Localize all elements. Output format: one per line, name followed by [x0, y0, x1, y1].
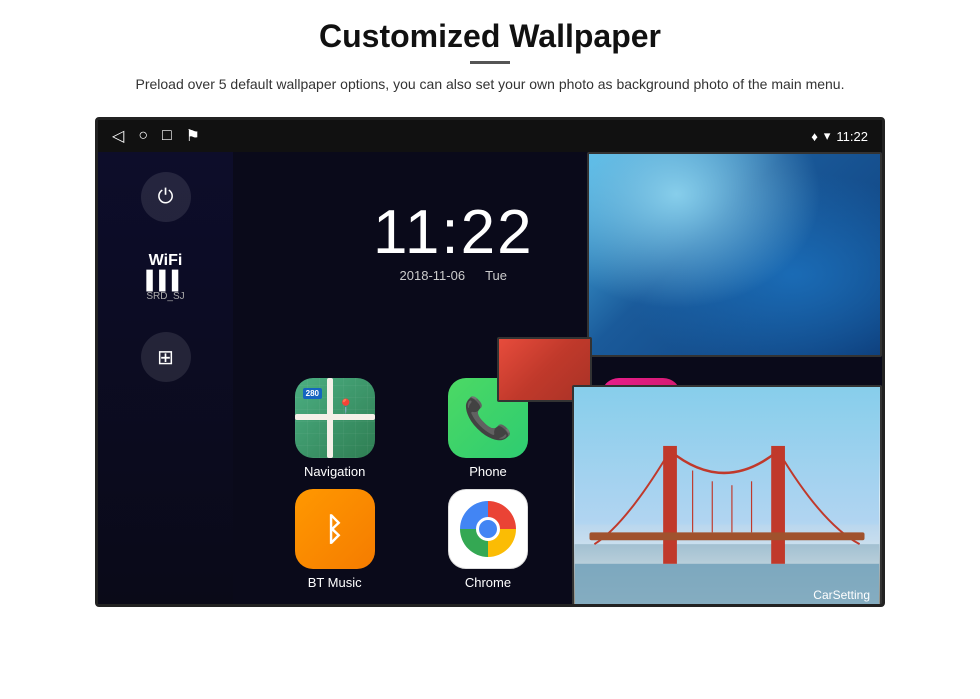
wallpaper-previews: CarSetting: [572, 152, 882, 607]
wallpaper-ice[interactable]: [587, 152, 882, 357]
page-wrapper: Customized Wallpaper Preload over 5 defa…: [0, 0, 980, 607]
chrome-label: Chrome: [465, 575, 511, 590]
ice-wallpaper-bg: [589, 154, 880, 355]
nav-home-btn[interactable]: ○: [138, 127, 148, 145]
wallpaper-bridge[interactable]: CarSetting: [572, 385, 882, 607]
page-title: Customized Wallpaper: [60, 18, 920, 55]
bt-music-label: BT Music: [308, 575, 362, 590]
apps-button[interactable]: ⊞: [141, 332, 191, 382]
carsetting-label: CarSetting: [813, 588, 870, 602]
status-time: 11:22: [836, 129, 868, 144]
phone-label: Phone: [469, 464, 507, 479]
wifi-ssid: SRD_SJ: [146, 291, 184, 302]
date-value: 2018-11-06: [400, 268, 466, 283]
chrome-icon: [460, 501, 516, 557]
apps-grid-icon: ⊞: [157, 345, 174, 370]
signal-icon: ▾: [824, 128, 831, 144]
phone-screenshot-wrapper: ◁ ○ □ ⚑ ♦ ▾ 11:22 ⏻: [0, 117, 980, 607]
app-item-chrome[interactable]: Chrome: [416, 489, 559, 590]
chrome-icon-bg: [448, 489, 528, 569]
navigation-label: Navigation: [304, 464, 365, 479]
nav-back-btn[interactable]: ◁: [112, 126, 124, 146]
location-icon: ♦: [811, 129, 818, 144]
screenshot-btn[interactable]: ⚑: [186, 126, 200, 146]
wifi-bars-icon: ▌▌▌: [146, 270, 184, 291]
power-icon: ⏻: [158, 186, 174, 209]
title-divider: [470, 61, 510, 64]
status-bar-left: ◁ ○ □ ⚑: [112, 126, 200, 146]
clock-date: 2018-11-06 Tue: [373, 268, 534, 283]
time-display: 11:22 2018-11-06 Tue: [373, 197, 534, 283]
power-button[interactable]: ⏻: [141, 172, 191, 222]
app-item-navigation[interactable]: 280 📍 Navigation: [263, 378, 406, 479]
phone-screen: ◁ ○ □ ⚑ ♦ ▾ 11:22 ⏻: [95, 117, 885, 607]
chrome-inner-circle: [476, 517, 500, 541]
main-area: ⏻ WiFi ▌▌▌ SRD_SJ ⊞ 11:22: [98, 152, 882, 607]
page-header: Customized Wallpaper Preload over 5 defa…: [0, 0, 980, 107]
sidebar: ⏻ WiFi ▌▌▌ SRD_SJ ⊞: [98, 152, 233, 607]
day-value: Tue: [485, 268, 507, 283]
wifi-label: WiFi: [146, 252, 184, 270]
bridge-svg: [574, 387, 880, 607]
bt-music-icon: ᛒ: [295, 489, 375, 569]
map-pin-icon: 📍: [337, 398, 354, 415]
navigation-icon: 280 📍: [295, 378, 375, 458]
bluetooth-symbol: ᛒ: [325, 511, 344, 548]
wifi-widget: WiFi ▌▌▌ SRD_SJ: [146, 252, 184, 302]
clock-time: 11:22: [373, 197, 534, 268]
app-item-bt-music[interactable]: ᛒ BT Music: [263, 489, 406, 590]
map-badge: 280: [303, 388, 322, 399]
status-bar: ◁ ○ □ ⚑ ♦ ▾ 11:22: [98, 120, 882, 152]
nav-recent-btn[interactable]: □: [162, 127, 172, 145]
status-bar-right: ♦ ▾ 11:22: [811, 128, 868, 144]
page-subtitle: Preload over 5 default wallpaper options…: [60, 74, 920, 95]
bridge-wallpaper-bg: [574, 387, 880, 607]
